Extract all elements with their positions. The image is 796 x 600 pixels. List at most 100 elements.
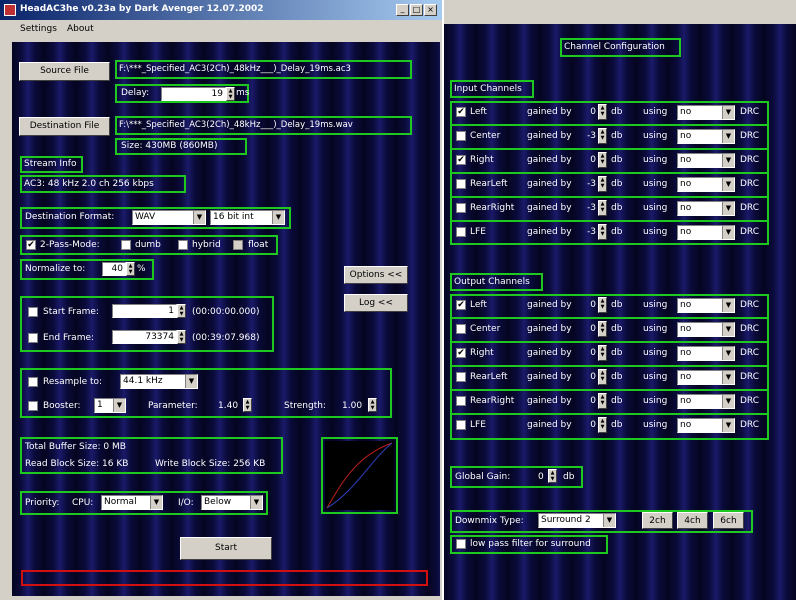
using-select[interactable]: no ▼ [677, 370, 735, 385]
gain-spinner[interactable]: ▲ ▼ [598, 200, 607, 216]
spin-down-icon[interactable]: ▼ [601, 328, 605, 334]
bits-select[interactable]: 16 bit int ▼ [210, 210, 285, 225]
channel-gain[interactable]: 0 [586, 107, 596, 118]
dropdown-icon[interactable]: ▼ [722, 395, 734, 408]
channel-gain[interactable]: 0 [586, 372, 596, 383]
gain-spinner[interactable]: ▲ ▼ [598, 104, 607, 120]
end-frame-spinner[interactable]: ▲ ▼ [177, 330, 186, 344]
io-priority-select[interactable]: Below ▼ [201, 495, 263, 510]
delay-spinner[interactable]: ▲ ▼ [226, 87, 235, 101]
using-select[interactable]: no ▼ [677, 177, 735, 192]
booster-checkbox[interactable] [28, 401, 38, 411]
channel-gain[interactable]: 0 [586, 420, 596, 431]
booster-select[interactable]: 1 ▼ [94, 398, 126, 413]
spin-down-icon[interactable]: ▼ [601, 159, 605, 165]
channel-checkbox[interactable]: ✔ [456, 107, 466, 117]
spin-down-icon[interactable]: ▼ [601, 183, 605, 189]
source-file-button[interactable]: Source File [19, 62, 110, 81]
channel-checkbox[interactable] [456, 372, 466, 382]
downmix-select[interactable]: Surround 2 ▼ [538, 513, 616, 528]
start-frame-spinner[interactable]: ▲ ▼ [177, 304, 186, 318]
channel-checkbox[interactable]: ✔ [456, 300, 466, 310]
end-frame-input[interactable]: 73374 [112, 330, 177, 344]
maximize-button[interactable]: □ [410, 4, 423, 16]
spin-down-icon[interactable]: ▼ [601, 304, 605, 310]
format-select[interactable]: WAV ▼ [132, 210, 206, 225]
start-button[interactable]: Start [180, 537, 272, 560]
using-select[interactable]: no ▼ [677, 298, 735, 313]
dropdown-icon[interactable]: ▼ [722, 202, 734, 215]
strength-value[interactable]: 1.00 [342, 401, 362, 412]
channel-checkbox[interactable]: ✔ [456, 155, 466, 165]
dropdown-icon[interactable]: ▼ [722, 299, 734, 312]
menu-about[interactable]: About [67, 24, 94, 35]
dropdown-icon[interactable]: ▼ [722, 130, 734, 143]
delay-input[interactable]: 19 [161, 87, 226, 101]
spin-down-icon[interactable]: ▼ [601, 231, 605, 237]
channel-gain[interactable]: -3 [586, 203, 596, 214]
dropdown-icon[interactable]: ▼ [250, 496, 262, 509]
downmix-4ch-button[interactable]: 4ch [677, 512, 708, 529]
dropdown-icon[interactable]: ▼ [193, 211, 205, 224]
hybrid-checkbox[interactable] [178, 240, 188, 250]
menu-settings[interactable]: Settings [20, 24, 57, 35]
using-select[interactable]: no ▼ [677, 322, 735, 337]
gain-spinner[interactable]: ▲ ▼ [598, 369, 607, 385]
parameter-spinner[interactable]: ▲ ▼ [243, 398, 252, 412]
channel-checkbox[interactable] [456, 203, 466, 213]
using-select[interactable]: no ▼ [677, 418, 735, 433]
gain-spinner[interactable]: ▲ ▼ [598, 152, 607, 168]
using-select[interactable]: no ▼ [677, 225, 735, 240]
normalize-input[interactable]: 40 [102, 262, 126, 276]
downmix-6ch-button[interactable]: 6ch [713, 512, 744, 529]
spin-down-icon[interactable]: ▼ [601, 111, 605, 117]
spin-down-icon[interactable]: ▼ [229, 94, 233, 100]
spin-down-icon[interactable]: ▼ [551, 476, 555, 482]
gain-spinner[interactable]: ▲ ▼ [598, 224, 607, 240]
using-select[interactable]: no ▼ [677, 153, 735, 168]
dropdown-icon[interactable]: ▼ [722, 347, 734, 360]
using-select[interactable]: no ▼ [677, 129, 735, 144]
normalize-spinner[interactable]: ▲ ▼ [126, 262, 135, 276]
channel-gain[interactable]: -3 [586, 227, 596, 238]
dropdown-icon[interactable]: ▼ [722, 106, 734, 119]
dropdown-icon[interactable]: ▼ [722, 419, 734, 432]
dropdown-icon[interactable]: ▼ [185, 375, 197, 388]
gain-spinner[interactable]: ▲ ▼ [598, 128, 607, 144]
using-select[interactable]: no ▼ [677, 105, 735, 120]
channel-gain[interactable]: 0 [586, 300, 596, 311]
using-select[interactable]: no ▼ [677, 201, 735, 216]
parameter-value[interactable]: 1.40 [218, 401, 238, 412]
channel-checkbox[interactable] [456, 420, 466, 430]
dropdown-icon[interactable]: ▼ [722, 226, 734, 239]
global-gain-spinner[interactable]: ▲ ▼ [548, 469, 557, 483]
channel-gain[interactable]: -3 [586, 179, 596, 190]
spin-down-icon[interactable]: ▼ [180, 337, 184, 343]
channel-gain[interactable]: 0 [586, 396, 596, 407]
channel-checkbox[interactable] [456, 179, 466, 189]
global-gain-value[interactable]: 0 [538, 472, 544, 483]
start-frame-checkbox[interactable] [28, 307, 38, 317]
channel-checkbox[interactable] [456, 227, 466, 237]
resample-checkbox[interactable] [28, 377, 38, 387]
log-button[interactable]: Log << [344, 294, 408, 312]
start-frame-input[interactable]: 1 [112, 304, 177, 318]
spin-down-icon[interactable]: ▼ [601, 376, 605, 382]
dropdown-icon[interactable]: ▼ [603, 514, 615, 527]
destination-file-button[interactable]: Destination File [19, 117, 110, 136]
spin-down-icon[interactable]: ▼ [601, 424, 605, 430]
dropdown-icon[interactable]: ▼ [722, 178, 734, 191]
dropdown-icon[interactable]: ▼ [722, 323, 734, 336]
spin-down-icon[interactable]: ▼ [180, 311, 184, 317]
cpu-priority-select[interactable]: Normal ▼ [101, 495, 163, 510]
dropdown-icon[interactable]: ▼ [272, 211, 284, 224]
dropdown-icon[interactable]: ▼ [150, 496, 162, 509]
end-frame-checkbox[interactable] [28, 333, 38, 343]
strength-spinner[interactable]: ▲ ▼ [368, 398, 377, 412]
resample-select[interactable]: 44.1 kHz ▼ [120, 374, 198, 389]
channel-gain[interactable]: 0 [586, 348, 596, 359]
gain-spinner[interactable]: ▲ ▼ [598, 321, 607, 337]
dropdown-icon[interactable]: ▼ [722, 154, 734, 167]
spin-down-icon[interactable]: ▼ [601, 207, 605, 213]
gain-spinner[interactable]: ▲ ▼ [598, 393, 607, 409]
